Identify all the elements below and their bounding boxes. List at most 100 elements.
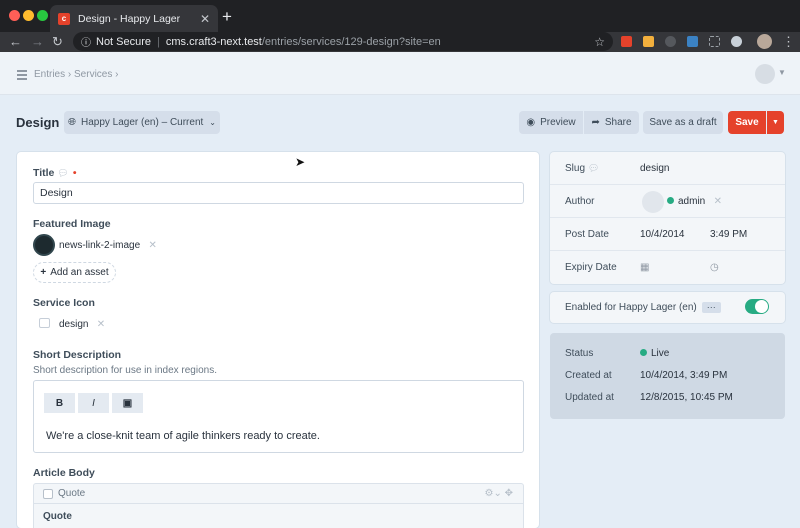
user-avatar[interactable] <box>755 64 775 84</box>
chevron-down-icon[interactable]: ▼ <box>778 68 786 77</box>
post-date-row: Post Date 10/4/2014 3:49 PM <box>550 218 785 251</box>
status-label: Status <box>565 348 594 359</box>
status-value: Live <box>640 348 669 359</box>
clock-icon[interactable]: ◷ <box>710 262 719 273</box>
extension-icon[interactable] <box>731 36 742 47</box>
save-menu-chevron-icon[interactable]: ▼ <box>767 111 784 134</box>
featured-image-label: Featured Image <box>33 218 111 230</box>
breadcrumb-entries[interactable]: Entries <box>34 69 65 80</box>
browser-tab[interactable]: c Design - Happy Lager ✕ <box>50 5 218 32</box>
quote-field-label: Quote <box>43 511 72 522</box>
extension-icon[interactable] <box>621 36 632 47</box>
live-status-icon <box>640 349 647 356</box>
slug-input[interactable]: design <box>640 163 669 174</box>
author-row: Author admin ✕ <box>550 185 785 218</box>
asset-item[interactable]: news-link-2-image ✕ <box>59 240 157 251</box>
italic-button[interactable]: I <box>78 393 109 413</box>
cms-header: Entries › Services › ▼ <box>0 52 800 95</box>
created-value: 10/4/2014, 3:49 PM <box>640 370 728 381</box>
updated-value: 12/8/2015, 10:45 PM <box>640 392 733 403</box>
close-tab-icon[interactable]: ✕ <box>200 12 210 26</box>
title-field-label: Title 💬︎ • <box>33 167 77 179</box>
reload-icon[interactable]: ↻ <box>52 34 63 50</box>
bold-button[interactable]: B <box>44 393 75 413</box>
back-icon[interactable]: ← <box>9 34 22 49</box>
minimize-window-button[interactable] <box>23 10 34 21</box>
security-label: Not Secure <box>96 35 152 48</box>
entry-form: Title 💬︎ • Design Featured Image news-link… <box>17 152 539 528</box>
entry-meta-panel: Slug 💬︎ design Author admin ✕ Post Date 1… <box>550 152 785 284</box>
block-settings-icon[interactable]: ⚙⌄ ✥ <box>484 488 513 499</box>
browser-menu-icon[interactable]: ⋮ <box>782 34 795 50</box>
article-body-label: Article Body <box>33 467 95 479</box>
title-input[interactable]: Design <box>33 182 524 204</box>
author-value[interactable]: admin ✕ <box>667 196 722 207</box>
share-label: Share <box>604 117 632 128</box>
post-time-input[interactable]: 3:49 PM <box>710 229 747 240</box>
remove-asset-icon[interactable]: ✕ <box>143 240 156 251</box>
post-date-label: Post Date <box>565 229 609 240</box>
extension-icon[interactable] <box>687 36 698 47</box>
translatable-icon: 💬︎ <box>588 163 600 173</box>
craft-favicon-icon: c <box>58 12 70 25</box>
block-type-label: Quote <box>58 488 86 499</box>
share-button[interactable]: ➦ Share <box>584 111 639 134</box>
enabled-toggle[interactable] <box>745 299 769 314</box>
slug-row: Slug 💬︎ design <box>550 152 785 185</box>
extension-icon[interactable] <box>665 36 676 47</box>
status-panel: Status Live Created at 10/4/2014, 3:49 P… <box>550 333 785 419</box>
new-tab-icon[interactable]: + <box>222 7 232 27</box>
breadcrumb-services[interactable]: Services <box>74 69 112 80</box>
mouse-cursor-icon: ➤ <box>295 155 306 169</box>
insert-image-icon[interactable]: ▣ <box>112 393 143 413</box>
menu-icon[interactable] <box>17 70 27 82</box>
service-icon-name: design <box>59 319 89 330</box>
browser-toolbar: ← → ↻ ⓘ Not Secure | cms.craft3-next.tes… <box>0 32 800 52</box>
post-date-input[interactable]: 10/4/2014 <box>640 229 685 240</box>
translatable-icon: 💬︎ <box>57 168 69 178</box>
bookmark-star-icon[interactable]: ☆ <box>594 35 605 49</box>
image-placeholder-icon <box>39 318 50 328</box>
site-menu-button[interactable]: 🌐︎ Happy Lager (en) – Current ⌄ <box>64 111 220 134</box>
remove-author-icon[interactable]: ✕ <box>705 196 722 207</box>
rich-text-editor[interactable]: B I ▣ We're a close-knit team of agile t… <box>33 380 524 453</box>
rte-toolbar: B I ▣ <box>44 393 143 413</box>
more-sites-icon[interactable]: ··· <box>701 302 721 313</box>
maximize-window-button[interactable] <box>37 10 48 21</box>
required-icon: • <box>72 167 77 179</box>
chevron-down-icon: ⌄ <box>209 118 216 127</box>
add-asset-button[interactable]: + Add an asset <box>33 262 116 283</box>
tab-title: Design - Happy Lager <box>78 12 181 25</box>
save-button[interactable]: Save <box>728 111 766 134</box>
plus-icon: + <box>40 267 47 278</box>
forward-icon[interactable]: → <box>31 34 44 49</box>
page-title: Design <box>16 115 60 130</box>
rte-content[interactable]: We're a close-knit team of agile thinker… <box>46 430 320 442</box>
save-draft-button[interactable]: Save as a draft <box>643 111 723 134</box>
profile-avatar[interactable] <box>757 34 772 49</box>
service-icon-item[interactable]: design ✕ <box>59 319 105 330</box>
author-label: Author <box>565 196 595 207</box>
extension-icon[interactable] <box>643 36 654 47</box>
share-icon: ➦ <box>591 117 600 128</box>
url-path: /entries/services/129-design?site=en <box>261 35 441 48</box>
info-icon[interactable]: ⓘ <box>81 34 91 49</box>
address-bar[interactable]: ⓘ Not Secure | cms.craft3-next.test/entr… <box>73 32 613 51</box>
calendar-icon[interactable]: ▦ <box>640 262 649 273</box>
globe-icon: 🌐︎ <box>68 117 76 128</box>
matrix-block-header: Quote ⚙⌄ ✥ <box>34 484 523 504</box>
short-description-instructions: Short description for use in index regio… <box>33 365 217 376</box>
created-label: Created at <box>565 370 612 381</box>
site-label: Happy Lager (en) – Current <box>81 117 204 128</box>
asset-name: news-link-2-image <box>59 240 141 251</box>
asset-thumbnail[interactable] <box>33 234 55 256</box>
preview-button[interactable]: ◉ Preview <box>519 111 583 134</box>
eye-icon: ◉ <box>526 117 536 128</box>
service-icon-label: Service Icon <box>33 297 95 309</box>
short-description-label: Short Description <box>33 349 122 361</box>
preview-label: Preview <box>540 117 576 128</box>
screenshot-extension-icon[interactable] <box>709 36 720 47</box>
block-select-checkbox[interactable] <box>43 488 53 499</box>
close-window-button[interactable] <box>9 10 20 21</box>
remove-icon[interactable]: ✕ <box>91 319 105 330</box>
